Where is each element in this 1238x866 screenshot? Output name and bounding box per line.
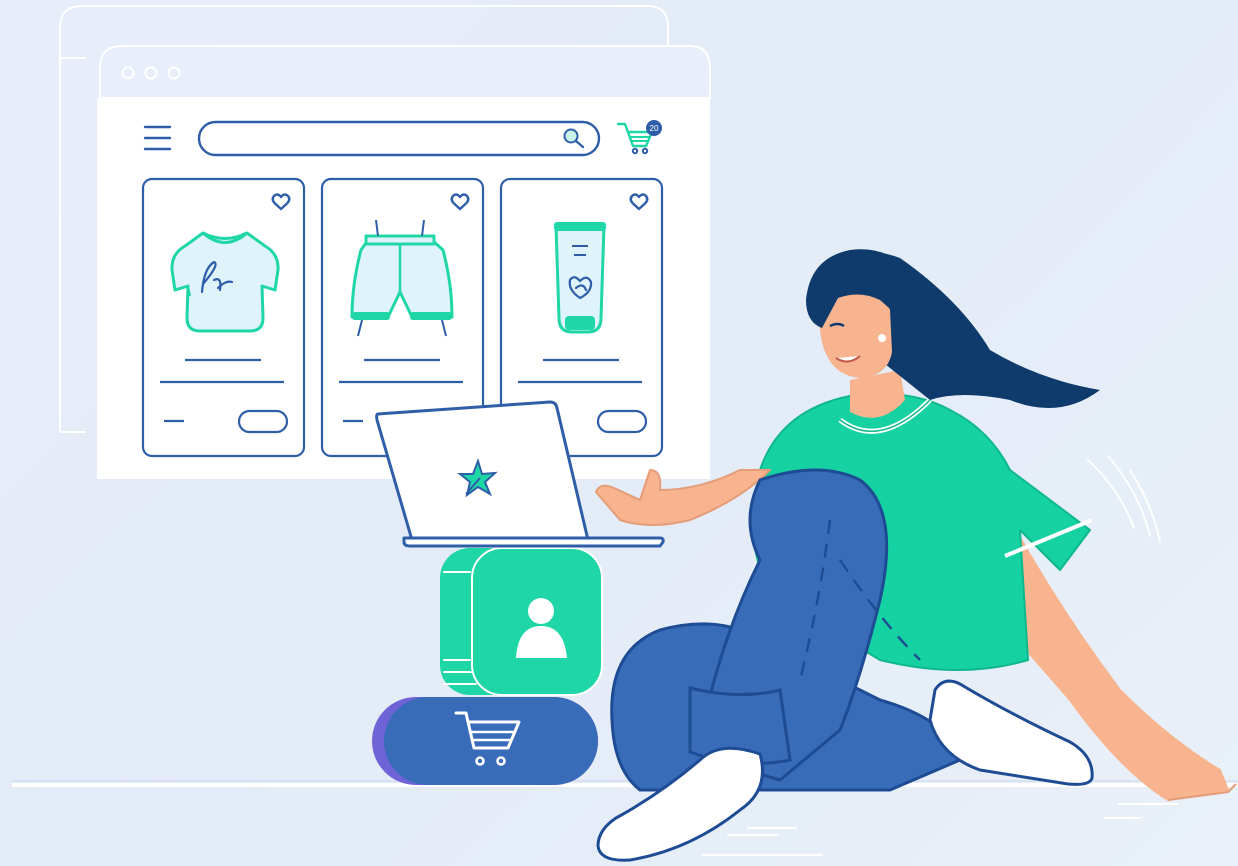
illustration-scene: 20 [12, 5, 1238, 862]
profile-block[interactable] [440, 547, 603, 696]
tshirt-icon [170, 231, 280, 333]
add-pill-button[interactable] [596, 409, 648, 434]
add-pill-button[interactable] [237, 409, 289, 434]
cart-count: 20 [650, 124, 659, 133]
cream-tube-icon [554, 222, 606, 334]
product-card-tshirt[interactable] [141, 177, 306, 458]
cart-count-badge: 20 [646, 120, 662, 136]
cart-block[interactable] [372, 697, 598, 785]
search-input[interactable] [197, 120, 601, 157]
